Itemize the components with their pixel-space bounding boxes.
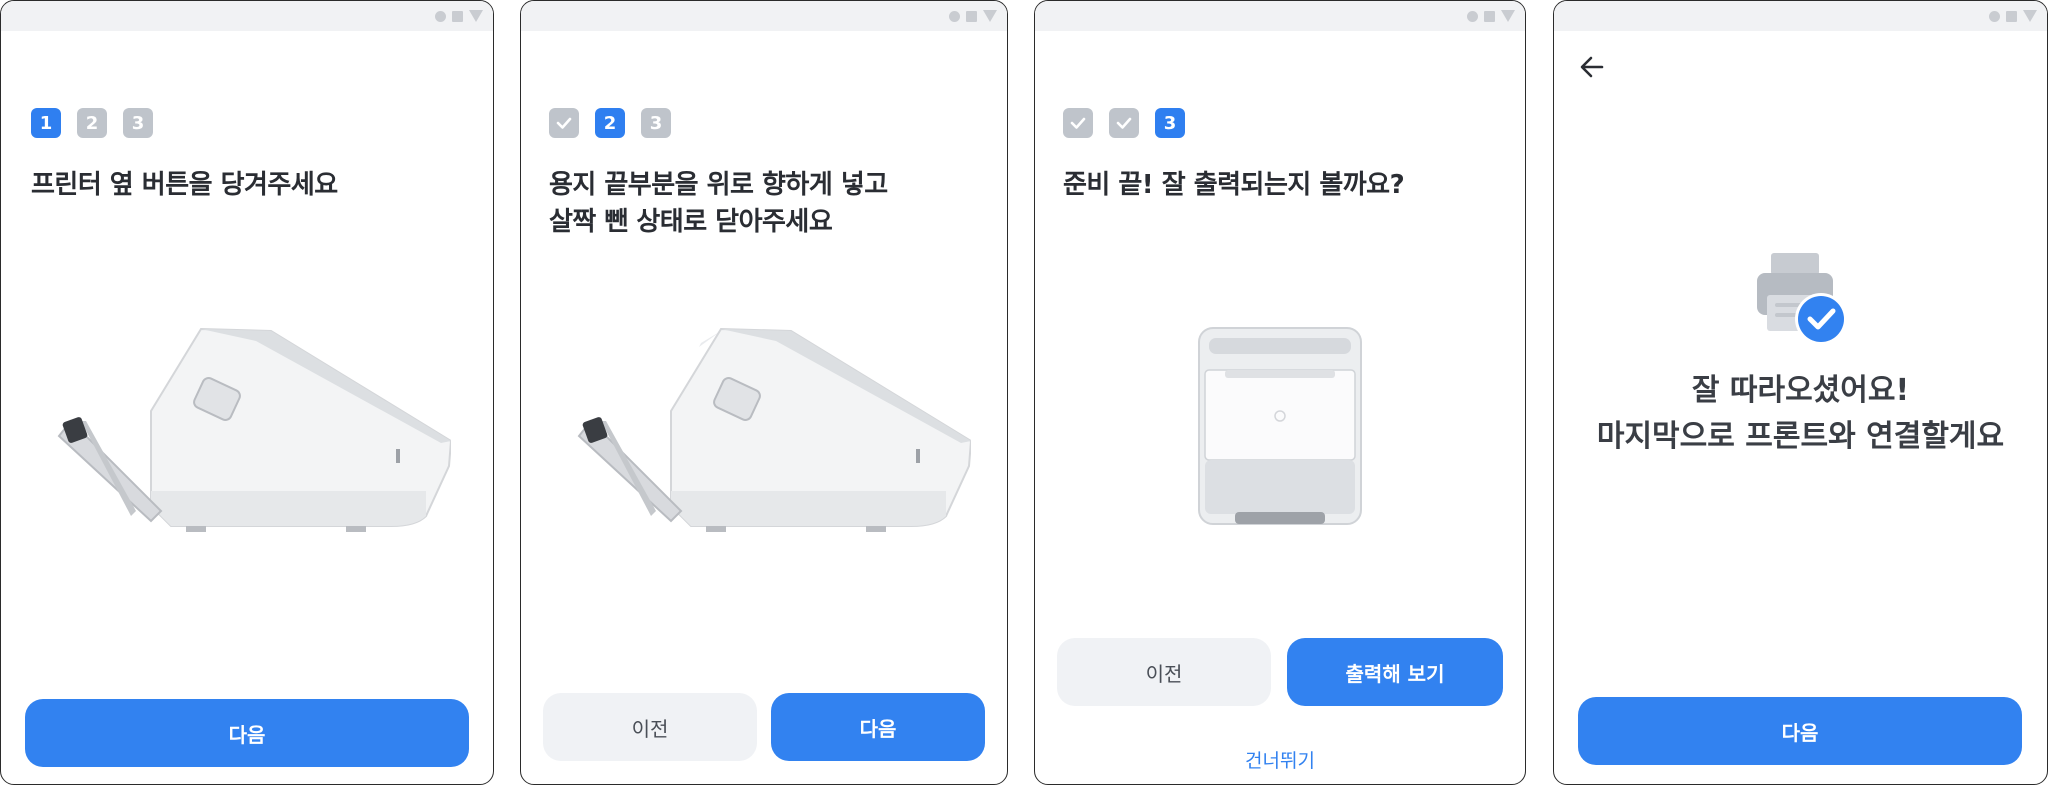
status-bar bbox=[521, 1, 1007, 31]
step-2-current: 2 bbox=[595, 108, 625, 138]
next-button[interactable]: 다음 bbox=[771, 693, 985, 761]
step-2-done bbox=[1109, 108, 1139, 138]
status-square-icon bbox=[2006, 10, 2017, 22]
status-dot-icon bbox=[1989, 10, 2000, 22]
check-icon bbox=[556, 117, 572, 129]
screen-step-1: 1 2 3 프린터 옆 버튼을 당겨주세요 다음 bbox=[0, 0, 494, 785]
step-2: 2 bbox=[77, 108, 107, 138]
status-dot-icon bbox=[435, 10, 446, 22]
print-test-button[interactable]: 출력해 보기 bbox=[1287, 638, 1503, 706]
message-line-1: 잘 따라오셨어요! bbox=[1691, 373, 1910, 408]
next-button[interactable]: 다음 bbox=[1578, 697, 2022, 765]
step-3: 3 bbox=[641, 108, 671, 138]
status-bar bbox=[1035, 1, 1525, 31]
status-dot-icon bbox=[949, 10, 960, 22]
printer-check-icon bbox=[1757, 253, 1847, 345]
printer-side-paper-illustration bbox=[577, 327, 971, 532]
title-line: 프린터 옆 버튼을 당겨주세요 bbox=[31, 170, 338, 200]
next-button[interactable]: 다음 bbox=[25, 699, 469, 767]
step-1-done bbox=[1063, 108, 1093, 138]
status-triangle-icon bbox=[1501, 10, 1515, 22]
check-icon bbox=[1116, 117, 1132, 129]
arrow-left-icon[interactable] bbox=[1576, 51, 1608, 83]
check-icon bbox=[1070, 117, 1086, 129]
status-triangle-icon bbox=[2023, 10, 2037, 22]
completion-message: 잘 따라오셨어요! 마지막으로 프론트와 연결할게요 bbox=[1554, 368, 2047, 460]
printer-front-illustration bbox=[1198, 327, 1362, 525]
status-bar bbox=[1554, 1, 2047, 31]
step-1-current: 1 bbox=[31, 108, 61, 138]
page-title: 프린터 옆 버튼을 당겨주세요 bbox=[31, 167, 338, 204]
prev-button[interactable]: 이전 bbox=[1057, 638, 1271, 706]
screen-complete: 잘 따라오셨어요! 마지막으로 프론트와 연결할게요 다음 bbox=[1553, 0, 2048, 785]
step-3: 3 bbox=[123, 108, 153, 138]
page-title: 용지 끝부분을 위로 향하게 넣고 살짝 뺀 상태로 닫아주세요 bbox=[549, 167, 888, 241]
status-square-icon bbox=[452, 10, 463, 22]
message-line-2: 마지막으로 프론트와 연결할게요 bbox=[1596, 419, 2005, 454]
step-1-done bbox=[549, 108, 579, 138]
title-line: 준비 끝! 잘 출력되는지 볼까요? bbox=[1063, 170, 1405, 200]
status-square-icon bbox=[1484, 10, 1495, 22]
skip-link[interactable]: 건너뛰기 bbox=[1035, 746, 1525, 773]
status-triangle-icon bbox=[983, 10, 997, 22]
prev-button[interactable]: 이전 bbox=[543, 693, 757, 761]
page-title: 준비 끝! 잘 출력되는지 볼까요? bbox=[1063, 167, 1405, 204]
status-dot-icon bbox=[1467, 10, 1478, 22]
status-bar bbox=[1, 1, 493, 31]
step-indicator: 2 3 bbox=[549, 108, 671, 138]
step-3-current: 3 bbox=[1155, 108, 1185, 138]
title-line-2: 살짝 뺀 상태로 닫아주세요 bbox=[549, 207, 833, 237]
printer-side-open-illustration bbox=[57, 327, 451, 532]
screen-step-2: 2 3 용지 끝부분을 위로 향하게 넣고 살짝 뺀 상태로 닫아주세요 이전 … bbox=[520, 0, 1008, 785]
step-indicator: 1 2 3 bbox=[31, 108, 153, 138]
step-indicator: 3 bbox=[1063, 108, 1185, 138]
screen-step-3: 3 준비 끝! 잘 출력되는지 볼까요? 이전 출력해 보기 건너뛰기 bbox=[1034, 0, 1526, 785]
title-line-1: 용지 끝부분을 위로 향하게 넣고 bbox=[549, 170, 888, 200]
status-triangle-icon bbox=[469, 10, 483, 22]
status-square-icon bbox=[966, 10, 977, 22]
